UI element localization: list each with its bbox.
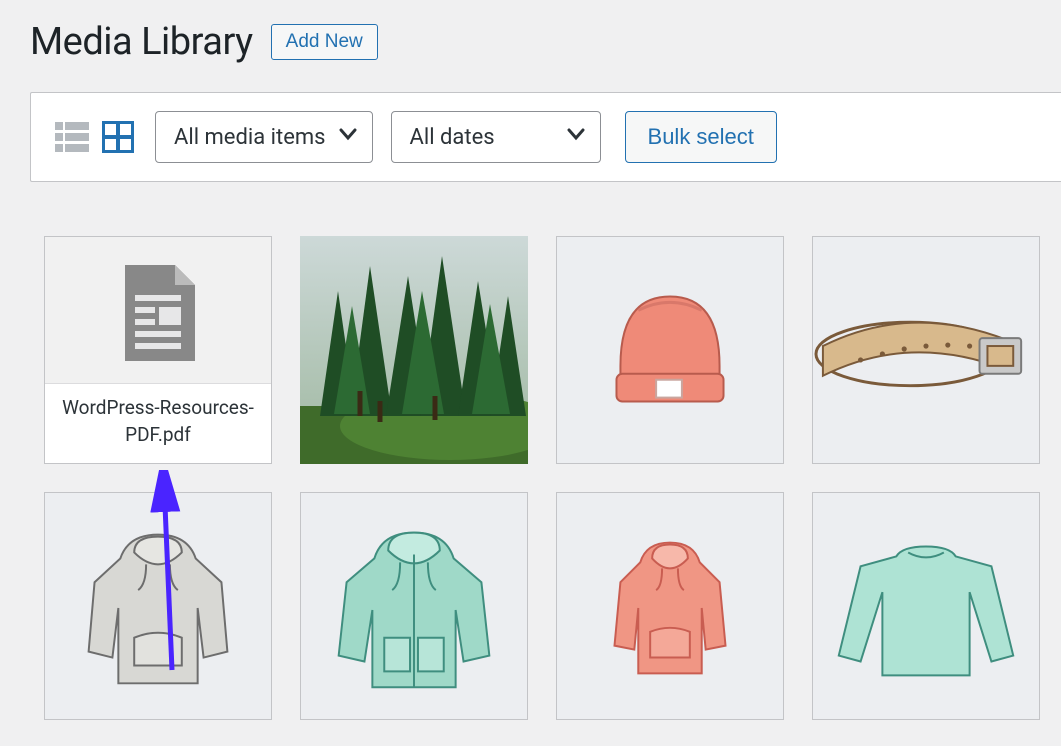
filter-media-type[interactable]: All media items	[155, 111, 373, 163]
media-item-image[interactable]	[300, 492, 528, 720]
add-new-button[interactable]: Add New	[271, 24, 378, 60]
media-item-image[interactable]	[44, 492, 272, 720]
list-view-button[interactable]	[53, 118, 91, 156]
grid-view-button[interactable]	[99, 118, 137, 156]
media-item-image[interactable]	[300, 236, 528, 464]
media-item-image[interactable]	[812, 492, 1040, 720]
media-item-image[interactable]	[812, 236, 1040, 464]
media-item-image[interactable]	[556, 492, 784, 720]
filter-date[interactable]: All dates	[391, 111, 601, 163]
filter-date-label: All dates	[410, 125, 495, 150]
chevron-down-icon	[566, 124, 586, 150]
media-item-pdf[interactable]: WordPress-Resources-PDF.pdf	[44, 236, 272, 464]
page-title: Media Library	[30, 20, 253, 64]
media-toolbar: All media items All dates Bulk select	[30, 92, 1061, 182]
document-icon	[117, 265, 199, 369]
media-item-image[interactable]	[556, 236, 784, 464]
bulk-select-button[interactable]: Bulk select	[625, 111, 777, 163]
media-item-filename: WordPress-Resources-PDF.pdf	[45, 383, 271, 463]
chevron-down-icon	[338, 124, 358, 150]
filter-media-type-label: All media items	[174, 125, 326, 150]
media-grid: WordPress-Resources-PDF.pdf	[30, 236, 1061, 720]
